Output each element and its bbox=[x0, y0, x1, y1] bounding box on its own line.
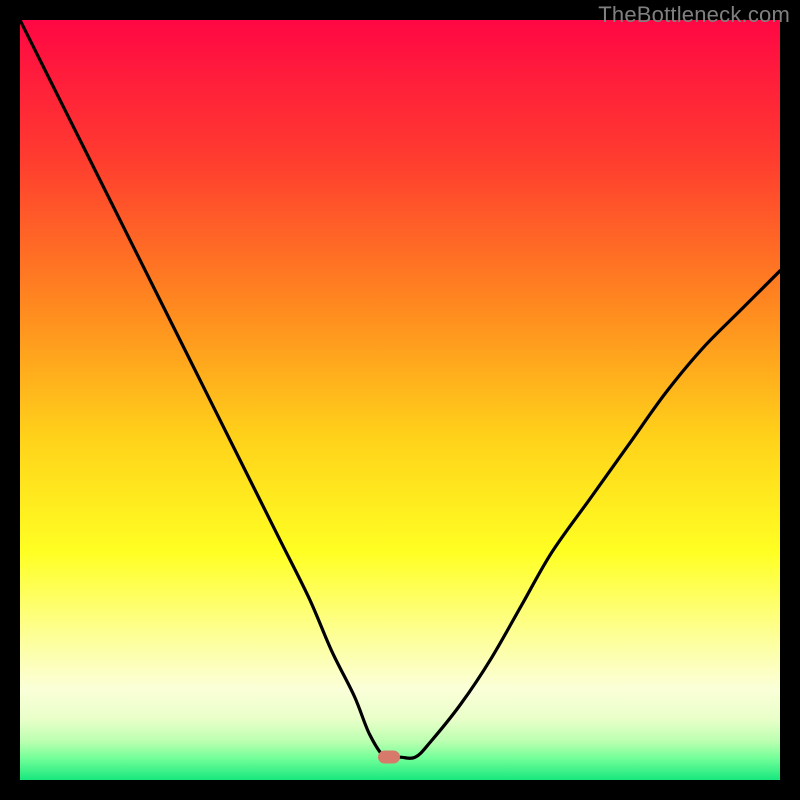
watermark-text: TheBottleneck.com bbox=[598, 2, 790, 28]
plot-area bbox=[20, 20, 780, 780]
bottleneck-curve bbox=[20, 20, 780, 780]
chart-stage: TheBottleneck.com bbox=[0, 0, 800, 800]
optimum-marker bbox=[378, 751, 400, 764]
